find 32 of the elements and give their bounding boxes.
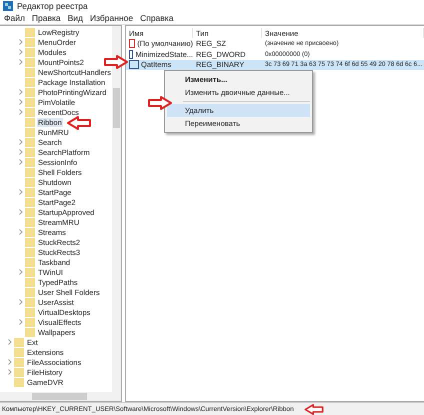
chevron-icon[interactable] bbox=[19, 149, 23, 155]
chevron-icon[interactable] bbox=[19, 49, 23, 55]
chevron-icon[interactable] bbox=[8, 359, 12, 365]
menu-item[interactable]: Файл bbox=[4, 13, 25, 23]
chevron-icon[interactable] bbox=[19, 39, 23, 45]
chevron-icon[interactable] bbox=[19, 299, 23, 305]
menu-item[interactable]: Избранное bbox=[90, 13, 134, 23]
chevron-icon[interactable] bbox=[19, 269, 23, 275]
menu-item[interactable]: Справка bbox=[140, 13, 174, 23]
menu-item[interactable]: Вид bbox=[68, 13, 84, 23]
chevron-icon[interactable] bbox=[19, 89, 23, 95]
chevron-icon[interactable] bbox=[19, 189, 23, 195]
pointer-arrow-icon bbox=[302, 404, 326, 414]
menu-item[interactable]: Правка bbox=[32, 13, 61, 23]
chevron-icon[interactable] bbox=[19, 319, 23, 325]
chevron-icon[interactable] bbox=[8, 369, 12, 375]
chevron-icon[interactable] bbox=[8, 339, 12, 345]
vertical-scrollbar[interactable] bbox=[112, 26, 121, 392]
chevron-icon[interactable] bbox=[19, 109, 23, 115]
registry-icon bbox=[3, 1, 13, 11]
pointer-arrow-icon bbox=[103, 55, 129, 69]
window-title: Редактор реестра bbox=[17, 1, 88, 11]
chevron-icon[interactable] bbox=[19, 59, 23, 65]
horizontal-scrollbar[interactable] bbox=[0, 392, 121, 401]
chevron-icon[interactable] bbox=[19, 99, 23, 105]
pointer-arrow-icon bbox=[147, 96, 173, 110]
string-value-icon bbox=[129, 39, 136, 48]
chevron-icon[interactable] bbox=[19, 209, 23, 215]
chevron-icon[interactable] bbox=[19, 139, 23, 145]
chevron-icon[interactable] bbox=[19, 229, 23, 235]
chevron-icon[interactable] bbox=[19, 159, 23, 165]
pointer-arrow-icon bbox=[66, 116, 92, 130]
